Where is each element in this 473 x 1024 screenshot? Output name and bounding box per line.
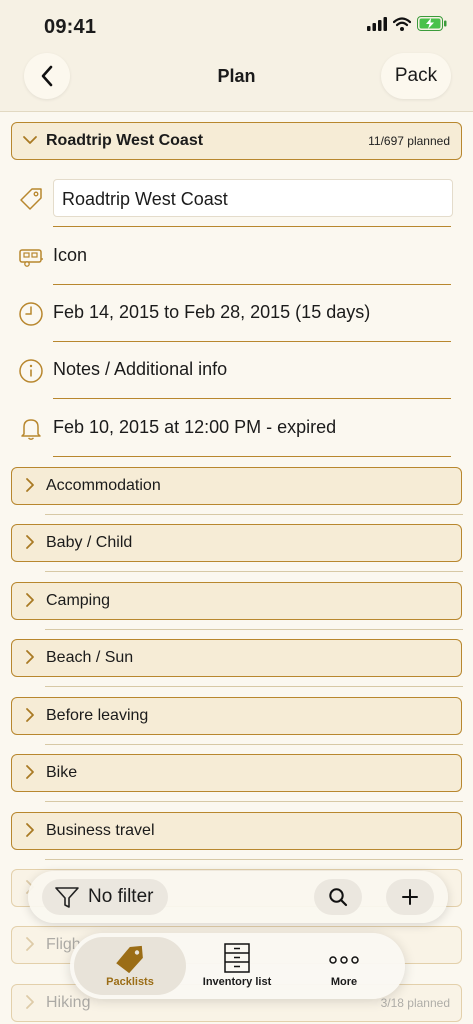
bell-icon <box>21 419 41 440</box>
category-divider <box>45 801 463 802</box>
trip-title: Roadtrip West Coast <box>46 132 204 149</box>
trip-reminder: Feb 10, 2015 at 12:00 PM - expired <box>53 417 337 437</box>
chevron-right-icon <box>26 535 34 549</box>
status-icons <box>367 16 447 31</box>
row-divider <box>53 226 451 227</box>
chevron-right-icon <box>26 478 34 492</box>
status-time: 09:41 <box>44 16 97 38</box>
tab-label: More <box>330 976 358 988</box>
filter-button[interactable]: No filter <box>42 879 168 915</box>
battery-charging-icon <box>417 16 447 31</box>
chevron-right-icon <box>26 765 34 779</box>
chevron-right-icon <box>26 937 34 951</box>
category-label: Baby / Child <box>46 534 133 551</box>
plus-icon <box>402 889 418 905</box>
trip-icon-row[interactable]: Icon <box>0 228 473 285</box>
tab-label: Packlists <box>106 976 154 988</box>
info-icon <box>19 359 43 383</box>
search-icon <box>329 888 348 907</box>
chevron-right-icon <box>26 995 34 1009</box>
wifi-icon <box>393 16 411 31</box>
category-divider <box>45 571 463 572</box>
chevron-down-icon <box>23 136 37 144</box>
category-label: Beach / Sun <box>46 649 134 666</box>
trip-planned-count: 11/697 planned <box>368 134 450 148</box>
signal-icon <box>367 16 387 31</box>
status-bar: 09:41 <box>0 0 473 52</box>
category-divider <box>45 686 463 687</box>
category-label: Before leaving <box>46 707 149 724</box>
category-label: Bike <box>46 764 78 781</box>
category-before-leaving[interactable]: Before leaving <box>11 697 462 735</box>
search-button[interactable] <box>314 879 362 915</box>
trip-icon-label: Icon <box>53 245 88 265</box>
category-planned-count: 3/18 planned <box>380 996 450 1010</box>
tab-more[interactable]: More <box>288 937 400 995</box>
funnel-icon <box>55 887 79 908</box>
tag-filled-icon <box>116 945 143 973</box>
category-camping[interactable]: Camping <box>11 582 462 620</box>
tab-packlists[interactable]: Packlists <box>74 937 186 995</box>
chevron-right-icon <box>26 823 34 837</box>
trip-dates: Feb 14, 2015 to Feb 28, 2015 (15 days) <box>53 302 371 322</box>
category-label: Business travel <box>46 822 155 839</box>
category-divider <box>45 629 463 630</box>
pack-button[interactable]: Pack <box>381 53 451 99</box>
row-divider <box>53 398 451 399</box>
category-accommodation[interactable]: Accommodation <box>11 467 462 505</box>
navigation-bar: Plan Pack <box>0 52 473 112</box>
row-divider <box>53 456 451 457</box>
add-button[interactable] <box>386 879 434 915</box>
tab-label: Inventory list <box>202 976 272 988</box>
clock-icon <box>19 302 43 326</box>
tab-bar: Packlists Inventory list More <box>70 933 405 999</box>
category-divider <box>45 514 463 515</box>
tab-inventory-list[interactable]: Inventory list <box>181 937 293 995</box>
chevron-right-icon <box>26 593 34 607</box>
category-label: Camping <box>46 592 111 609</box>
category-divider <box>45 859 463 860</box>
category-beach-sun[interactable]: Beach / Sun <box>11 639 462 677</box>
caravan-icon <box>19 249 43 267</box>
category-bike[interactable]: Bike <box>11 754 462 792</box>
trip-section-header[interactable]: Roadtrip West Coast 11/697 planned <box>11 122 462 160</box>
trip-notes: Notes / Additional info <box>53 359 228 379</box>
chevron-right-icon <box>26 708 34 722</box>
category-divider <box>45 744 463 745</box>
trip-notes-row[interactable]: Notes / Additional info <box>0 342 473 399</box>
trip-dates-row[interactable]: Feb 14, 2015 to Feb 28, 2015 (15 days) <box>0 285 473 342</box>
chevron-right-icon <box>26 650 34 664</box>
category-label: Accommodation <box>46 477 161 494</box>
tag-icon <box>20 188 42 210</box>
filter-label: No filter <box>88 886 154 907</box>
category-label: Hiking <box>46 994 91 1011</box>
drawers-icon <box>224 943 250 973</box>
category-business-travel[interactable]: Business travel <box>11 812 462 850</box>
category-baby-child[interactable]: Baby / Child <box>11 524 462 562</box>
trip-name-field[interactable]: Roadtrip West Coast <box>53 179 453 217</box>
trip-reminder-row[interactable]: Feb 10, 2015 at 12:00 PM - expired <box>0 400 473 457</box>
more-dots-icon <box>329 956 359 964</box>
filter-toolbar: No filter <box>28 871 448 923</box>
